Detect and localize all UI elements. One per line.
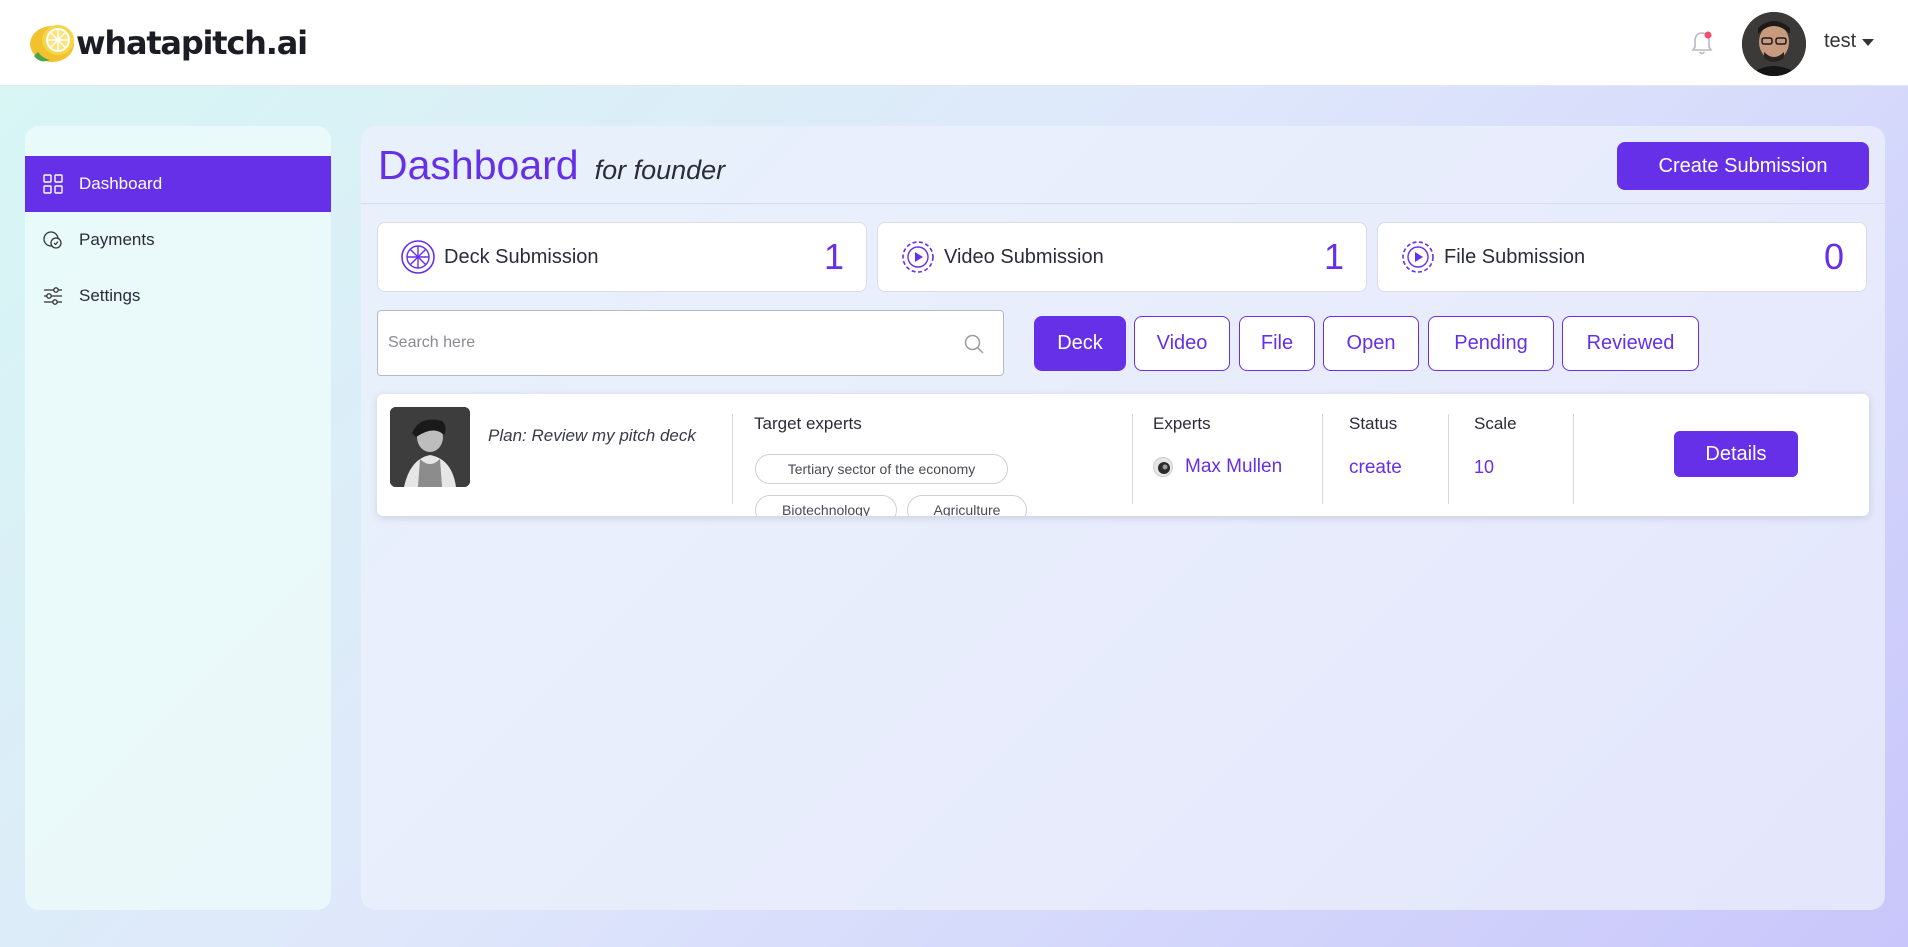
filter-reviewed[interactable]: Reviewed xyxy=(1562,316,1699,371)
brand-logo[interactable]: whatapitch.ai xyxy=(28,20,308,66)
user-name-label: test xyxy=(1824,30,1857,52)
user-avatar[interactable] xyxy=(1742,12,1806,76)
brand-name: whatapitch.ai xyxy=(76,24,308,62)
notification-bell-icon[interactable] xyxy=(1690,30,1714,56)
status-heading: Status xyxy=(1349,414,1398,433)
stat-card-video[interactable]: Video Submission 1 xyxy=(877,222,1367,292)
plan-description: Plan: Review my pitch deck xyxy=(488,426,696,445)
submission-row[interactable]: Plan: Review my pitch deck Target expert… xyxy=(377,394,1869,516)
stat-count: 1 xyxy=(823,236,844,277)
sidebar-item-dashboard[interactable]: Dashboard xyxy=(25,156,331,212)
sidebar-item-label: Settings xyxy=(79,286,141,305)
search-input[interactable] xyxy=(388,311,948,375)
create-submission-button[interactable]: Create Submission xyxy=(1617,142,1869,190)
stat-label: Deck Submission xyxy=(444,245,599,268)
filter-pending[interactable]: Pending xyxy=(1428,316,1554,371)
sidebar-item-label: Dashboard xyxy=(79,174,163,193)
deck-icon xyxy=(401,240,435,274)
divider xyxy=(732,414,733,504)
sidebar-item-label: Payments xyxy=(79,230,155,249)
expert-entry[interactable]: Max Mullen xyxy=(1153,456,1282,478)
page-title: Dashboard for founder xyxy=(378,142,725,189)
lemon-logo-icon xyxy=(28,20,80,66)
payments-icon xyxy=(43,231,62,249)
divider xyxy=(1132,414,1133,504)
submission-thumbnail xyxy=(390,407,470,487)
filter-deck[interactable]: Deck xyxy=(1034,316,1126,371)
user-menu[interactable]: test xyxy=(1824,30,1875,53)
expert-tag: Tertiary sector of the economy xyxy=(755,454,1008,484)
file-gear-icon xyxy=(1402,241,1434,273)
chevron-down-icon xyxy=(1862,39,1875,46)
page-subtitle: for founder xyxy=(594,155,726,185)
sliders-icon xyxy=(44,287,62,305)
stat-count: 0 xyxy=(1823,236,1844,277)
expert-tag: Agriculture xyxy=(907,495,1027,516)
sidebar-item-settings[interactable]: Settings xyxy=(25,268,331,324)
stat-count: 1 xyxy=(1323,236,1344,277)
page-title-text: Dashboard xyxy=(378,142,579,188)
filter-open[interactable]: Open xyxy=(1323,316,1419,371)
expert-tag: Biotechnology xyxy=(755,495,897,516)
scale-heading: Scale xyxy=(1474,414,1517,433)
expert-avatar xyxy=(1153,457,1173,477)
experts-heading: Experts xyxy=(1153,414,1211,433)
sidebar-item-payments[interactable]: Payments xyxy=(25,212,331,268)
video-gear-icon xyxy=(902,241,934,273)
divider xyxy=(1448,414,1449,504)
search-icon[interactable] xyxy=(963,333,985,355)
sidebar: Dashboard Payments Settings xyxy=(25,126,331,910)
divider xyxy=(1322,414,1323,504)
filter-file[interactable]: File xyxy=(1239,316,1315,371)
stat-label: Video Submission xyxy=(944,245,1104,268)
top-bar: whatapitch.ai test xyxy=(0,0,1908,86)
search-box xyxy=(377,310,1004,376)
scale-value: 10 xyxy=(1474,457,1495,477)
main-panel: Dashboard for founder Create Submission … xyxy=(361,126,1885,910)
status-value: create xyxy=(1349,457,1402,478)
divider xyxy=(1573,414,1574,504)
stat-card-deck[interactable]: Deck Submission 1 xyxy=(377,222,867,292)
stat-label: File Submission xyxy=(1444,245,1586,268)
details-button[interactable]: Details xyxy=(1674,431,1798,477)
expert-name[interactable]: Max Mullen xyxy=(1185,456,1282,478)
stat-card-file[interactable]: File Submission 0 xyxy=(1377,222,1867,292)
filter-video[interactable]: Video xyxy=(1134,316,1230,371)
target-experts-heading: Target experts xyxy=(754,414,862,433)
grid-icon xyxy=(43,174,63,194)
divider xyxy=(361,203,1885,204)
